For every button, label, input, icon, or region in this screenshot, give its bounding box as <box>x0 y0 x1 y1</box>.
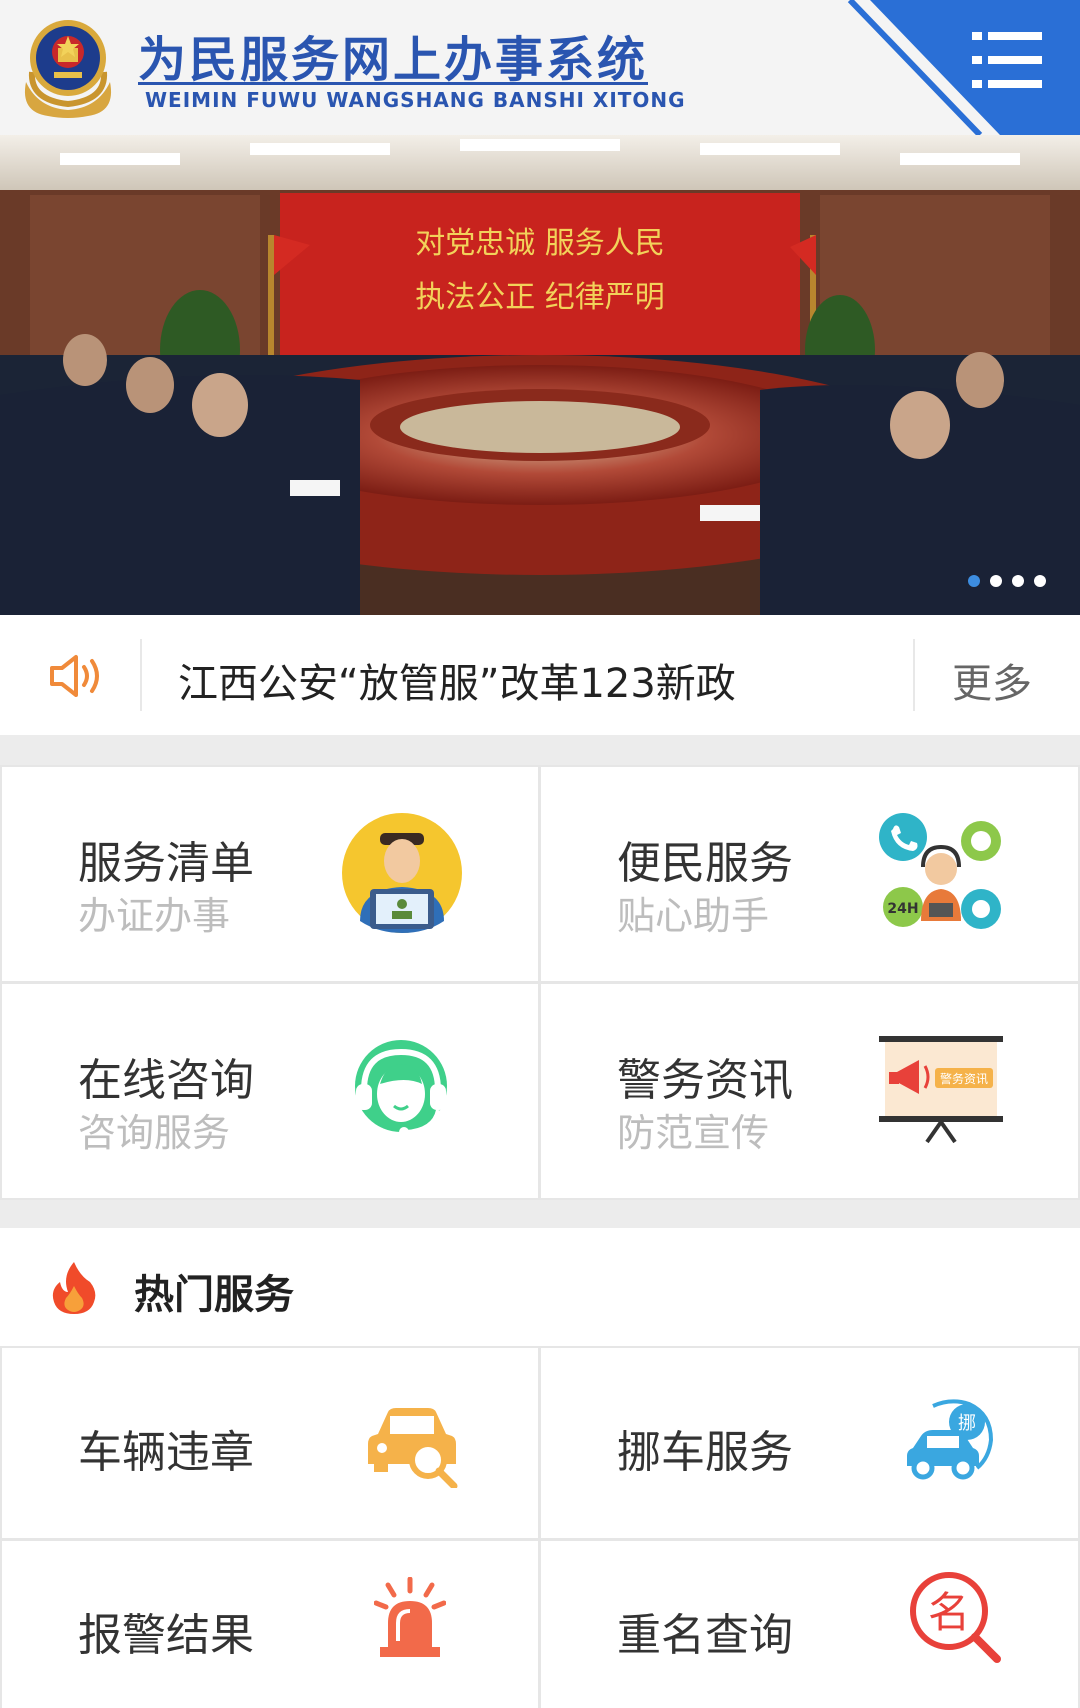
notice-divider <box>913 639 915 711</box>
hot-service-title: 挪车服务 <box>617 1427 793 1478</box>
service-subtitle: 咨询服务 <box>78 1111 231 1155</box>
hot-service-title: 报警结果 <box>78 1610 254 1661</box>
carousel-dot[interactable] <box>1034 575 1046 587</box>
service-subtitle: 贴心助手 <box>617 894 770 938</box>
banner-carousel[interactable]: 对党忠诚 服务人民 执法公正 纪律严明 <box>0 135 1080 615</box>
vehicle-violation-card[interactable]: 车辆违章 <box>2 1348 538 1538</box>
car-search-icon <box>368 1408 458 1488</box>
service-title: 在线咨询 <box>78 1055 254 1106</box>
title-underline <box>138 82 648 85</box>
service-title: 服务清单 <box>78 838 254 889</box>
carousel-dot[interactable] <box>968 575 980 587</box>
name-search-badge: 名 <box>928 1588 970 1637</box>
online-consult-card[interactable]: 在线咨询 咨询服务 <box>2 984 538 1198</box>
app-title: 为民服务网上办事系统 <box>138 32 649 88</box>
alarm-light-icon <box>374 1577 446 1657</box>
customer-service-icon: 24H <box>879 813 1001 929</box>
megaphone-board-icon: 警务资讯 <box>879 1036 1003 1144</box>
service-list-card[interactable]: 服务清单 办证办事 <box>2 767 538 981</box>
duplicate-name-card[interactable]: 重名查询 名 <box>541 1541 1078 1708</box>
police-news-card[interactable]: 警务资讯 防范宣传 警务资讯 <box>541 984 1078 1198</box>
service-title: 便民服务 <box>617 838 793 889</box>
alarm-result-card[interactable]: 报警结果 <box>2 1541 538 1708</box>
hot-services-grid: 车辆违章 挪车服务 挪 报警结果 重名查询 名 <box>0 1346 1080 1708</box>
more-link[interactable]: 更多 <box>952 651 1032 709</box>
hamburger-menu-icon[interactable] <box>972 32 1042 92</box>
service-title: 警务资讯 <box>617 1055 793 1106</box>
officer-icon <box>342 813 462 933</box>
move-car-icon: 挪 <box>907 1399 994 1480</box>
app-title-pinyin: WEIMIN FUWU WANGSHANG BANSHI XITONG <box>145 88 686 112</box>
name-search-icon: 名 <box>910 1572 1001 1663</box>
app-header: 为民服务网上办事系统 WEIMIN FUWU WANGSHANG BANSHI … <box>0 0 1080 135</box>
hot-service-title: 重名查询 <box>617 1610 793 1661</box>
move-car-badge: 挪 <box>958 1413 976 1434</box>
carousel-dots <box>968 575 1046 587</box>
move-car-card[interactable]: 挪车服务 挪 <box>541 1348 1078 1538</box>
banner-slogan-line2: 执法公正 纪律严明 <box>415 280 665 315</box>
carousel-dot[interactable] <box>1012 575 1024 587</box>
police-news-badge: 警务资讯 <box>940 1071 988 1086</box>
notice-text[interactable]: 江西公安“放管服”改革123新政 <box>178 651 736 709</box>
notice-divider <box>140 639 142 711</box>
headset-icon <box>355 1040 447 1137</box>
service-grid: 服务清单 办证办事 便民服务 贴心助手 24H 在线咨询 咨询服务 警务资讯 防… <box>0 765 1080 1200</box>
hot-services-header: 热门服务 <box>0 1228 1080 1346</box>
service-subtitle: 办证办事 <box>78 894 231 938</box>
fire-icon <box>52 1262 96 1314</box>
convenience-service-card[interactable]: 便民服务 贴心助手 24H <box>541 767 1078 981</box>
banner-slogan-line1: 对党忠诚 服务人民 <box>415 226 665 261</box>
notice-bar: 江西公安“放管服”改革123新政 更多 <box>0 615 1080 735</box>
police-emblem-icon <box>24 20 112 118</box>
banner-meeting-image: 对党忠诚 服务人民 执法公正 纪律严明 <box>0 135 1080 615</box>
speaker-icon <box>50 655 99 697</box>
carousel-dot[interactable] <box>990 575 1002 587</box>
svg-text:24H: 24H <box>887 901 918 917</box>
service-subtitle: 防范宣传 <box>617 1111 770 1155</box>
hot-services-title: 热门服务 <box>134 1272 294 1318</box>
hot-service-title: 车辆违章 <box>78 1427 254 1478</box>
